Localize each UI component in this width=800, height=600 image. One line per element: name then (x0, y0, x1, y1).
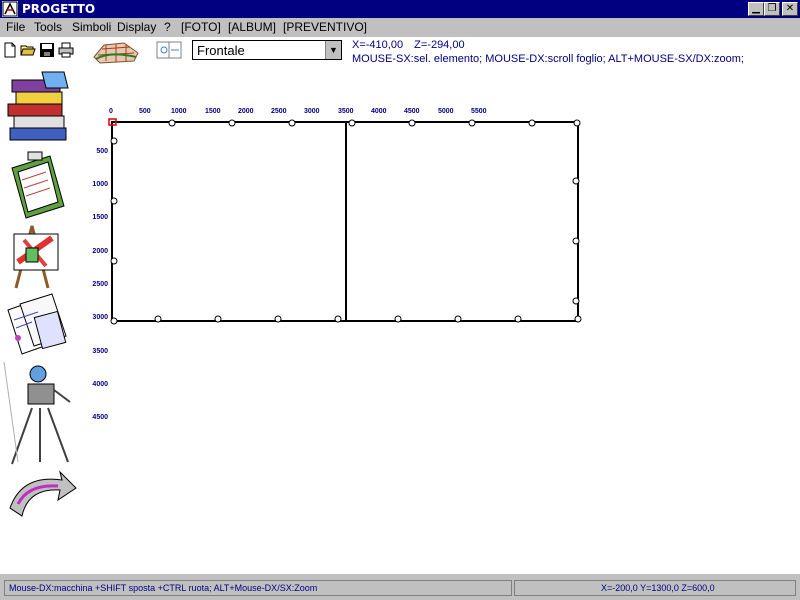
close-button[interactable]: ✕ (782, 2, 798, 16)
new-file-icon[interactable] (2, 42, 18, 58)
easel-tool-icon[interactable] (2, 222, 78, 290)
menu-tools[interactable]: Tools (34, 20, 62, 34)
anchor-point[interactable] (110, 317, 118, 325)
status-coordinates: X=-200,0 Y=1300,0 Z=600,0 (514, 580, 796, 596)
ruler-z-label: 3500 (92, 348, 108, 355)
anchor-point[interactable] (110, 137, 118, 145)
cursor-coordinates: X=-410,00 Z=-294,00 (352, 39, 465, 51)
books-tool-icon[interactable] (2, 70, 78, 146)
anchor-point[interactable] (528, 119, 536, 127)
anchor-point[interactable] (110, 257, 118, 265)
anchor-point[interactable] (288, 119, 296, 127)
view-select-value: Frontale (197, 43, 245, 58)
coord-z: Z=-294,00 (414, 39, 465, 51)
wall-symbol-icon[interactable] (90, 39, 142, 65)
menu-display[interactable]: Display (117, 20, 156, 34)
print-icon[interactable] (58, 42, 74, 58)
camera-tool-icon[interactable] (2, 362, 78, 466)
status-hint: Mouse-DX:macchina +SHIFT sposta +CTRL ru… (4, 580, 512, 596)
anchor-point[interactable] (394, 315, 402, 323)
minimize-icon: ▁ (752, 3, 760, 14)
close-icon: ✕ (785, 3, 795, 14)
anchor-point[interactable] (408, 119, 416, 127)
return-arrow-icon[interactable] (2, 468, 78, 522)
drawing-canvas[interactable] (100, 112, 590, 332)
anchor-point[interactable] (572, 237, 580, 245)
chevron-down-icon: ▼ (329, 45, 338, 55)
view-select-dropdown-button[interactable]: ▼ (325, 41, 341, 59)
anchor-point[interactable] (274, 315, 282, 323)
anchor-point[interactable] (468, 119, 476, 127)
anchor-point[interactable] (334, 315, 342, 323)
anchor-point[interactable] (514, 315, 522, 323)
view-mode-icon[interactable] (156, 41, 182, 59)
menu-simboli[interactable]: Simboli (72, 20, 111, 34)
anchor-point[interactable] (168, 119, 176, 127)
title-bar: PROGETTO ▁ ❐ ✕ (0, 0, 800, 18)
menu-file[interactable]: File (6, 20, 25, 34)
view-select[interactable]: Frontale ▼ (192, 40, 342, 60)
open-folder-icon[interactable] (20, 42, 36, 58)
anchor-point[interactable] (228, 119, 236, 127)
anchor-point[interactable] (573, 119, 581, 127)
coord-x: X=-410,00 (352, 39, 404, 51)
restore-button[interactable]: ❐ (764, 2, 780, 16)
window-title: PROGETTO (22, 2, 96, 16)
anchor-point[interactable] (572, 297, 580, 305)
anchor-point[interactable] (348, 119, 356, 127)
status-bar: Mouse-DX:macchina +SHIFT sposta +CTRL ru… (0, 574, 800, 600)
mouse-hint: MOUSE-SX:sel. elemento; MOUSE-DX:scroll … (352, 53, 744, 65)
menu-album[interactable]: [ALBUM] (228, 20, 276, 34)
minimize-button[interactable]: ▁ (748, 2, 764, 16)
calculator-tool-icon[interactable] (2, 290, 78, 360)
menu-preventivo[interactable]: [PREVENTIVO] (283, 20, 367, 34)
save-icon[interactable] (39, 42, 55, 58)
ruler-z-label: 4500 (92, 414, 108, 421)
menu-help[interactable]: ? (164, 20, 171, 34)
restore-icon: ❐ (767, 3, 777, 14)
clipboard-tool-icon[interactable] (2, 150, 78, 220)
anchor-point[interactable] (572, 177, 580, 185)
ruler-z-label: 4000 (92, 381, 108, 388)
anchor-point[interactable] (574, 315, 582, 323)
anchor-point[interactable] (214, 315, 222, 323)
anchor-point[interactable] (110, 197, 118, 205)
anchor-point[interactable] (454, 315, 462, 323)
app-icon[interactable] (2, 1, 18, 17)
anchor-point[interactable] (154, 315, 162, 323)
menu-bar: File Tools Simboli Display ? [FOTO] [ALB… (0, 18, 800, 37)
menu-foto[interactable]: [FOTO] (181, 20, 221, 34)
